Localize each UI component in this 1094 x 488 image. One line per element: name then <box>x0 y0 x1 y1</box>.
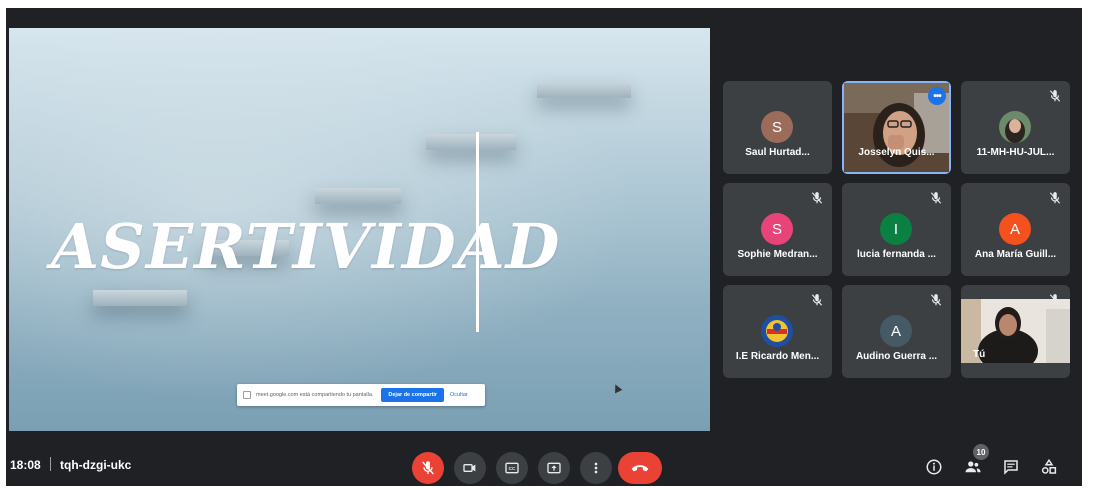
more-options-icon[interactable]: ••• <box>928 87 946 105</box>
participant-name: Tú <box>973 349 986 360</box>
more-vert-icon <box>594 462 598 474</box>
leave-call-button[interactable] <box>618 452 662 484</box>
avatar <box>999 111 1031 143</box>
present-icon <box>547 462 561 474</box>
participant-tile[interactable]: 11-MH-HU-JUL... <box>961 81 1070 174</box>
participant-tile[interactable]: I.E Ricardo Men... <box>723 285 832 378</box>
participant-tile[interactable]: S Sophie Medran... <box>723 183 832 276</box>
avatar: S <box>761 111 793 143</box>
meet-window: ASERTIVIDAD meet.google.com está compart… <box>6 8 1082 486</box>
participant-tile-self[interactable]: Tú <box>961 285 1070 378</box>
drag-handle-icon[interactable] <box>243 391 251 399</box>
microphone-toggle-button[interactable] <box>412 452 444 484</box>
camera-icon <box>463 464 476 472</box>
activities-icon <box>1041 458 1057 474</box>
mic-off-icon <box>1049 192 1061 204</box>
presentation-stage: ASERTIVIDAD meet.google.com está compart… <box>9 28 710 431</box>
participant-tile[interactable]: A Audino Guerra ... <box>842 285 951 378</box>
hang-up-icon <box>631 465 649 472</box>
chat-icon <box>1004 460 1018 475</box>
participant-tile[interactable]: ••• Josselyn Quis... <box>842 81 951 174</box>
participant-tile[interactable]: S Saul Hurtad... <box>723 81 832 174</box>
participant-name: I.E Ricardo Men... <box>735 351 820 362</box>
participant-tile[interactable]: A Ana María Guill... <box>961 183 1070 276</box>
mic-off-icon <box>811 294 823 306</box>
mic-off-icon <box>930 294 942 306</box>
share-message: meet.google.com está compartiendo tu pan… <box>256 392 374 398</box>
avatar: I <box>880 213 912 245</box>
avatar: A <box>999 213 1031 245</box>
hide-banner-button[interactable]: Ocultar <box>450 392 468 398</box>
svg-text:CC: CC <box>509 466 516 471</box>
more-options-button[interactable] <box>580 452 612 484</box>
participant-name: 11-MH-HU-JUL... <box>976 147 1055 158</box>
mic-off-icon <box>811 192 823 204</box>
clock: 18:08 <box>10 458 41 472</box>
chat-button[interactable] <box>1000 456 1022 478</box>
participant-name: lucia fernanda ... <box>857 249 936 260</box>
participant-name: Ana María Guill... <box>974 249 1057 260</box>
avatar: A <box>880 315 912 347</box>
participant-name: Josselyn Quis... <box>858 147 935 158</box>
camera-toggle-button[interactable] <box>454 452 486 484</box>
slide-divider <box>476 132 479 332</box>
captions-icon: CC <box>505 462 519 474</box>
screen-share-banner: meet.google.com está compartiendo tu pan… <box>237 384 485 406</box>
school-logo-icon <box>761 315 793 347</box>
slide-step <box>426 134 516 150</box>
present-screen-button[interactable] <box>538 452 570 484</box>
participant-tile[interactable]: I lucia fernanda ... <box>842 183 951 276</box>
activities-button[interactable] <box>1038 456 1060 478</box>
participant-count-badge: 10 <box>973 444 989 460</box>
meeting-code[interactable]: tqh-dzgi-ukc <box>60 458 131 472</box>
avatar: S <box>761 213 793 245</box>
meeting-details-button[interactable] <box>923 456 945 478</box>
captions-button[interactable]: CC <box>496 452 528 484</box>
participant-name: Sophie Medran... <box>737 249 818 260</box>
participant-name: Audino Guerra ... <box>855 351 938 362</box>
divider <box>50 457 51 471</box>
slide-title: ASERTIVIDAD <box>51 210 561 283</box>
mic-off-icon <box>422 461 434 475</box>
slide-step <box>537 82 631 98</box>
mic-off-icon <box>930 192 942 204</box>
slide-step <box>93 290 187 306</box>
people-icon <box>965 461 981 473</box>
participant-name: Saul Hurtad... <box>745 147 810 158</box>
info-icon <box>926 459 942 475</box>
mic-off-icon <box>1049 90 1061 102</box>
slide-step <box>315 188 401 204</box>
bottom-toolbar: 18:08 tqh-dzgi-ukc CC 10 <box>6 438 1082 486</box>
stop-sharing-button[interactable]: Dejar de compartir <box>381 388 445 402</box>
mic-off-icon <box>1049 294 1061 306</box>
